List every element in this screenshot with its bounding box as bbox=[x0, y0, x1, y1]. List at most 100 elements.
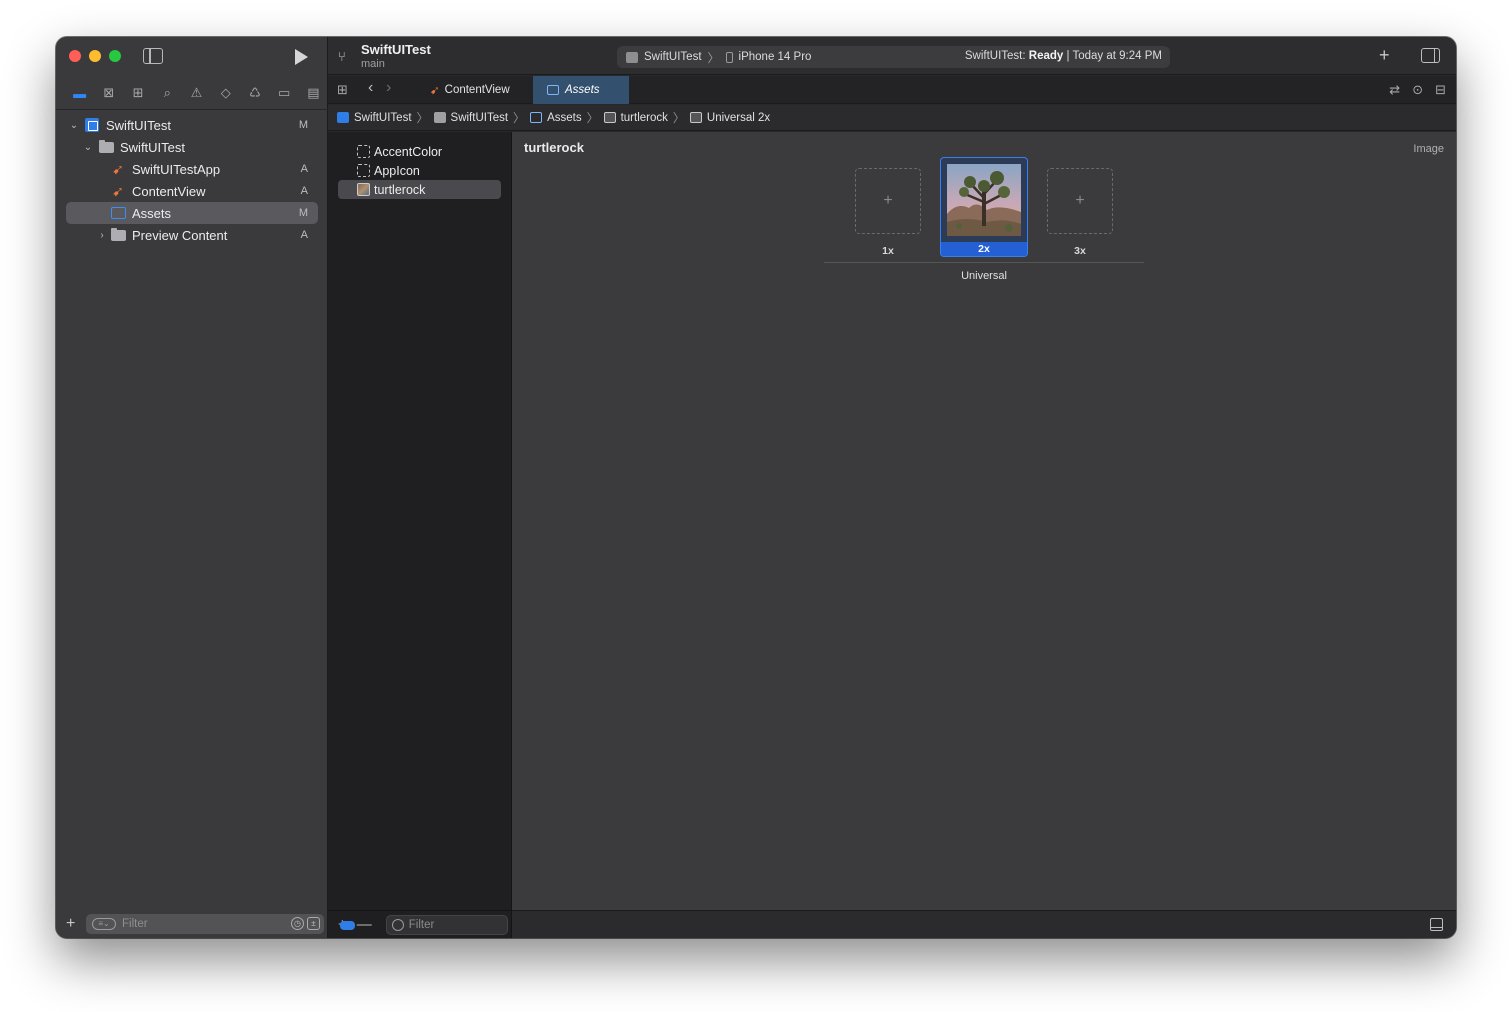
project-navigator-icon[interactable]: ▬ bbox=[65, 83, 94, 103]
minimize-window-button[interactable] bbox=[89, 50, 101, 62]
navigator-filter-bar: + ≡⌄ Filter ◷ ± bbox=[56, 910, 328, 938]
run-destination[interactable]: iPhone 14 Pro bbox=[739, 51, 812, 63]
asset-item-turtlerock[interactable]: turtlerock bbox=[338, 180, 501, 199]
filter-options-icon[interactable]: ≡⌄ bbox=[92, 918, 116, 930]
asset-item-accentcolor[interactable]: AccentColor bbox=[338, 142, 501, 161]
window-controls bbox=[69, 50, 121, 62]
run-button[interactable] bbox=[295, 49, 308, 65]
slot-1x-dropzone[interactable]: + bbox=[855, 168, 921, 234]
source-control-status: M bbox=[298, 207, 308, 219]
inspector-toggle-icon[interactable] bbox=[1421, 48, 1440, 63]
asset-list-footer: + — Filter bbox=[328, 910, 512, 938]
status-time: | Today at 9:24 PM bbox=[1066, 50, 1162, 62]
source-control-filter-icon[interactable]: ± bbox=[307, 917, 320, 930]
tab-contentview[interactable]: ➹ ContentView bbox=[416, 76, 533, 104]
navigator-selector-bar: ▬ ⊠ ⊞ ⌕ ⚠ ◇ ♺ ▭ ▤ bbox=[56, 81, 328, 105]
slot-2x-image[interactable]: 2x bbox=[940, 157, 1028, 257]
source-control-status: A bbox=[300, 185, 308, 197]
find-navigator-icon[interactable]: ⌕ bbox=[153, 83, 182, 103]
tree-item-group[interactable]: ⌄ SwiftUITest bbox=[66, 136, 318, 158]
asset-item-appicon[interactable]: AppIcon bbox=[338, 161, 501, 180]
source-control-status: A bbox=[300, 229, 308, 241]
navigator-filter-field[interactable]: ≡⌄ Filter ◷ ± bbox=[86, 914, 324, 934]
related-items-grid-icon[interactable]: ⊞ bbox=[337, 82, 348, 98]
scheme-selector[interactable]: SwiftUITest 〉 iPhone 14 Pro bbox=[617, 49, 811, 66]
debug-navigator-icon[interactable]: ♺ bbox=[240, 83, 269, 103]
folder-icon bbox=[433, 112, 446, 123]
breadcrumb-label: Universal 2x bbox=[706, 111, 771, 124]
tree-item-assets[interactable]: Assets M bbox=[66, 202, 318, 224]
asset-catalog-icon bbox=[110, 206, 126, 220]
tree-item-preview-content[interactable]: › Preview Content A bbox=[66, 224, 318, 246]
asset-list-pane: AccentColor AppIcon turtlerock + — Filte… bbox=[328, 132, 512, 938]
asset-item-label: turtlerock bbox=[374, 182, 426, 197]
breadcrumb-assets[interactable]: Assets bbox=[530, 112, 582, 124]
app-icon-set-icon bbox=[357, 164, 370, 177]
chevron-right-icon[interactable]: › bbox=[96, 230, 108, 241]
branch-icon: ⑂ bbox=[338, 49, 346, 64]
breadcrumb-group[interactable]: SwiftUITest bbox=[433, 112, 508, 124]
editor-options: ⇄ ⊙ ⊟ bbox=[1389, 82, 1446, 98]
project-icon bbox=[337, 112, 349, 123]
breadcrumb-project[interactable]: SwiftUITest bbox=[337, 112, 412, 124]
slot-3x-dropzone[interactable]: + bbox=[1047, 168, 1113, 234]
report-navigator-icon[interactable]: ▤ bbox=[299, 83, 328, 103]
plus-icon: + bbox=[1075, 192, 1085, 209]
tree-item-contentview[interactable]: ➹ ContentView A bbox=[66, 180, 318, 202]
status-project: SwiftUITest: bbox=[964, 50, 1026, 62]
split-editor-icon[interactable]: ⊟ bbox=[1435, 82, 1446, 98]
test-navigator-icon[interactable]: ◇ bbox=[211, 83, 240, 103]
tree-item-project[interactable]: ⌄ SwiftUITest M bbox=[66, 114, 318, 136]
tab-assets[interactable]: Assets bbox=[533, 76, 629, 104]
source-control-status: M bbox=[298, 119, 308, 131]
asset-type: Image bbox=[1413, 143, 1444, 155]
project-title: SwiftUITest bbox=[361, 42, 431, 57]
chevron-down-icon[interactable]: ⌄ bbox=[82, 142, 94, 153]
sidebar-toggle-icon[interactable] bbox=[143, 48, 163, 64]
swift-file-icon: ➹ bbox=[112, 182, 124, 199]
folder-icon bbox=[98, 139, 114, 154]
breadcrumb-slot[interactable]: Universal 2x bbox=[689, 111, 771, 124]
close-window-button[interactable] bbox=[69, 50, 81, 62]
scheme-name[interactable]: SwiftUITest bbox=[644, 51, 702, 63]
plus-icon: + bbox=[883, 192, 893, 209]
zoom-window-button[interactable] bbox=[109, 50, 121, 62]
universal-group-label: Universal bbox=[961, 270, 1007, 282]
chevron-right-icon: 〉 bbox=[586, 111, 599, 125]
folder-icon bbox=[110, 227, 126, 242]
remove-asset-button[interactable]: — bbox=[357, 916, 372, 933]
chevron-right-icon[interactable]: › bbox=[386, 79, 391, 97]
chevron-right-icon: 〉 bbox=[513, 111, 526, 125]
tree-item-label: SwiftUITest bbox=[120, 139, 186, 155]
show-debug-area-icon[interactable] bbox=[1430, 918, 1443, 931]
source-control-navigator-icon[interactable]: ⊠ bbox=[94, 83, 123, 103]
symbol-navigator-icon[interactable]: ⊞ bbox=[123, 83, 152, 103]
breakpoint-navigator-icon[interactable]: ▭ bbox=[270, 83, 299, 103]
filter-placeholder: Filter bbox=[122, 918, 148, 930]
tab-label: Assets bbox=[565, 84, 600, 96]
chevron-down-icon[interactable]: ⌄ bbox=[68, 120, 80, 131]
asset-filter-field[interactable]: Filter bbox=[385, 914, 508, 935]
asset-name: turtlerock bbox=[524, 140, 584, 155]
navigator-sidebar: ▬ ⊠ ⊞ ⌕ ⚠ ◇ ♺ ▭ ▤ ⌄ SwiftUITest M ⌄ Swif… bbox=[56, 37, 328, 938]
swap-icon[interactable]: ⇄ bbox=[1389, 82, 1400, 98]
build-status: SwiftUITest: Ready | Today at 9:24 PM bbox=[965, 50, 1162, 62]
swift-file-icon: ➹ bbox=[112, 160, 124, 177]
add-file-button[interactable]: + bbox=[66, 915, 82, 933]
tree-item-swiftuitestapp[interactable]: ➹ SwiftUITestApp A bbox=[66, 158, 318, 180]
more-options-icon[interactable]: ⊙ bbox=[1412, 82, 1423, 98]
tree-item-label: SwiftUITest bbox=[106, 117, 172, 133]
recent-files-icon[interactable]: ◷ bbox=[291, 917, 304, 930]
project-icon bbox=[84, 118, 100, 132]
breadcrumb-image-set[interactable]: turtlerock bbox=[603, 111, 668, 124]
branch-name[interactable]: main bbox=[361, 58, 385, 70]
activity-indicator-icon bbox=[340, 921, 355, 930]
app-target-icon bbox=[626, 51, 638, 63]
image-set-icon bbox=[357, 183, 370, 196]
issue-navigator-icon[interactable]: ⚠ bbox=[182, 83, 211, 103]
chevron-left-icon[interactable]: ‹ bbox=[368, 79, 373, 97]
tree-item-label: SwiftUITestApp bbox=[132, 161, 221, 177]
breadcrumb-label: turtlerock bbox=[620, 111, 668, 124]
color-set-icon bbox=[357, 145, 370, 158]
library-plus-button[interactable]: + bbox=[1379, 45, 1390, 66]
